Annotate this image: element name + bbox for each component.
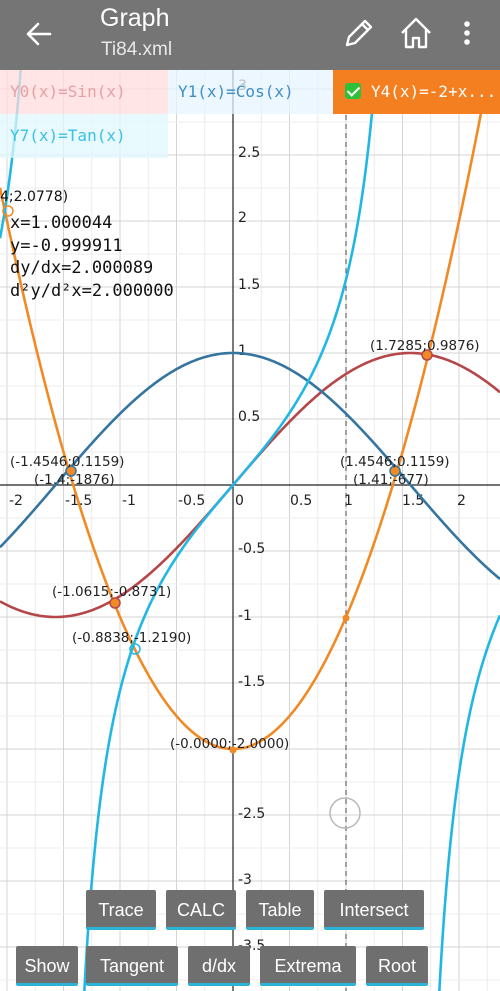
point-label: (-0.0000;-2.0000) bbox=[170, 736, 289, 752]
trace-x: x=1.000044 bbox=[10, 213, 113, 233]
point-label: (-1.4;-1876) bbox=[34, 472, 115, 488]
y-tick: 2.5 bbox=[238, 145, 260, 161]
y-tick: -1 bbox=[238, 608, 252, 624]
file-name: Ti84.xml bbox=[101, 39, 173, 60]
derivative-button[interactable]: d/dx bbox=[188, 946, 250, 986]
calc-button[interactable]: CALC bbox=[166, 890, 236, 930]
show-button[interactable]: Show bbox=[16, 946, 78, 986]
trace-second-derivative: d²y/d²x=2.000000 bbox=[10, 280, 174, 301]
root-button[interactable]: Root bbox=[366, 946, 428, 986]
y-tick: -2.5 bbox=[238, 806, 265, 822]
intersect-button[interactable]: Intersect bbox=[324, 890, 424, 930]
x-tick: 2 bbox=[457, 493, 466, 509]
trace-button[interactable]: Trace bbox=[86, 890, 156, 930]
tan-curve bbox=[0, 52, 500, 991]
point-label: (1.41;-677) bbox=[353, 472, 429, 488]
point-label: (1.4546;0.1159) bbox=[340, 454, 450, 470]
x-tick: -1 bbox=[122, 493, 136, 509]
point-marker bbox=[342, 614, 350, 622]
table-button[interactable]: Table bbox=[246, 890, 314, 930]
y-tick: -1.5 bbox=[238, 674, 265, 690]
home-icon[interactable] bbox=[398, 14, 434, 52]
grid bbox=[0, 70, 500, 991]
function-label-y1[interactable]: Y1(x)=Cos(x) bbox=[168, 70, 333, 114]
point-label: (1.7285;0.9876) bbox=[370, 338, 480, 354]
x-tick: -0.5 bbox=[178, 493, 205, 509]
more-options-icon[interactable] bbox=[452, 14, 482, 52]
app-bar: Graph Ti84.xml bbox=[0, 0, 500, 70]
trace-y: y=-0.999911 bbox=[10, 235, 123, 256]
y-tick: 2 bbox=[238, 210, 247, 226]
tangent-button[interactable]: Tangent bbox=[86, 946, 178, 986]
x-tick: 0 bbox=[235, 493, 244, 509]
y-tick: 1 bbox=[238, 343, 247, 359]
extrema-button[interactable]: Extrema bbox=[260, 946, 356, 986]
cursor-circle bbox=[329, 797, 361, 829]
x-tick: 0.5 bbox=[290, 493, 312, 509]
x-tick: -2 bbox=[9, 493, 23, 509]
point-label: (-1.0615;-0.8731) bbox=[52, 584, 171, 600]
function-label-y4[interactable]: Y4(x)=-2+x... bbox=[333, 70, 500, 114]
axes bbox=[0, 70, 500, 991]
point-label: (-0.8838;-1.2190) bbox=[72, 630, 191, 646]
y-tick: 1.5 bbox=[238, 277, 260, 293]
trace-derivative: dy/dx=2.000089 bbox=[10, 258, 154, 278]
trace-readout: 4;2.0778) x=1.000044 y=-0.999911 dy/dx=2… bbox=[0, 189, 174, 302]
checkbox-icon bbox=[345, 83, 361, 99]
trace-point-label: 4;2.0778) bbox=[0, 189, 69, 205]
function-label-y7[interactable]: Y7(x)=Tan(x) bbox=[0, 114, 168, 158]
y-tick: 0.5 bbox=[238, 409, 260, 425]
back-arrow-icon[interactable] bbox=[22, 17, 56, 51]
x-tick: 1 bbox=[344, 493, 353, 509]
pencil-icon[interactable] bbox=[340, 14, 376, 52]
function-label-y0[interactable]: Y0(x)=Sin(x) bbox=[0, 70, 168, 114]
page-title: Graph bbox=[100, 4, 170, 32]
y-tick: -3 bbox=[238, 872, 252, 888]
axis-tick-labels: -2 -1.5 -1 -0.5 0 0.5 1 1.5 2 3 2.5 2 1.… bbox=[9, 78, 466, 954]
function-label-y4-text: Y4(x)=-2+x... bbox=[371, 82, 497, 101]
y-tick: -0.5 bbox=[238, 541, 265, 557]
point-label: (-1.4546;0.1159) bbox=[10, 454, 124, 470]
